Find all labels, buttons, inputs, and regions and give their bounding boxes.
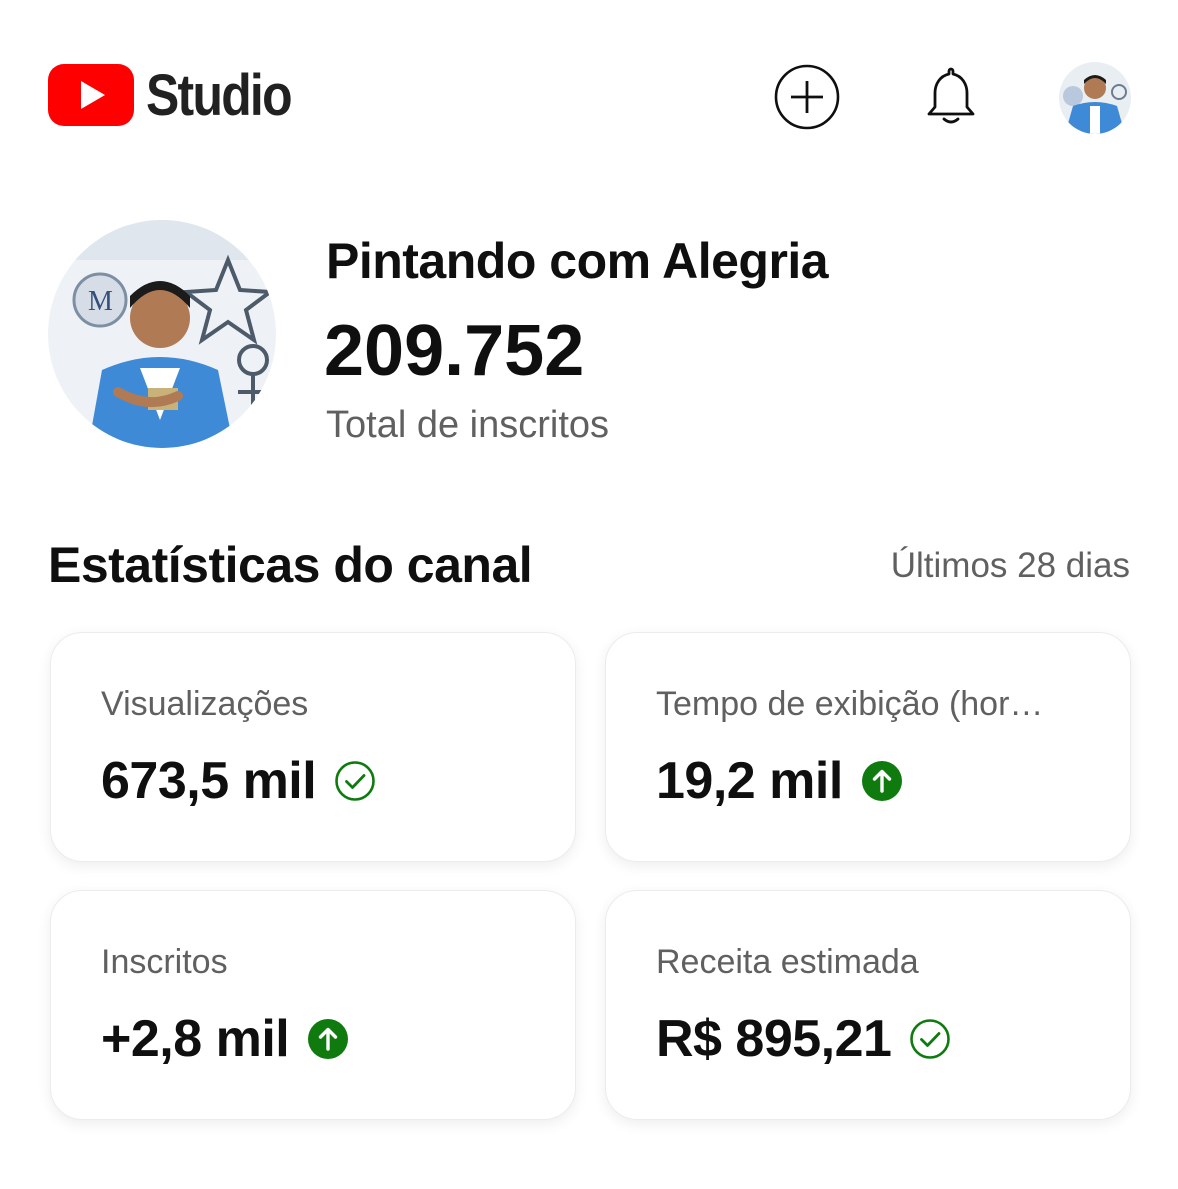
svg-text:M: M [88, 286, 113, 317]
stat-card-value-row: +2,8 mil [101, 1009, 349, 1069]
notifications-button[interactable] [918, 62, 984, 130]
stats-period[interactable]: Últimos 28 dias [891, 546, 1130, 586]
stat-card-value: 673,5 mil [101, 752, 317, 810]
stat-card-value: 19,2 mil [656, 752, 843, 810]
account-photo [1059, 62, 1131, 134]
create-button[interactable] [774, 64, 840, 130]
stat-card-watch-time[interactable]: Tempo de exibição (hor… 19,2 mil [605, 632, 1131, 862]
check-circle-icon [909, 1018, 951, 1060]
stats-title: Estatísticas do canal [48, 537, 533, 593]
stat-card-label: Tempo de exibição (hor… [656, 685, 1044, 723]
create-icon [774, 64, 840, 130]
channel-avatar[interactable]: M [48, 220, 276, 448]
check-circle-icon [334, 760, 376, 802]
arrow-up-circle-icon [861, 760, 903, 802]
stat-card-label: Receita estimada [656, 943, 919, 981]
youtube-play-icon [48, 64, 134, 126]
stat-card-value-row: 19,2 mil [656, 751, 903, 811]
app-header: Studio [0, 0, 1178, 190]
bell-icon [927, 67, 975, 124]
subscriber-label: Total de inscritos [326, 404, 610, 446]
channel-name: Pintando com Alegria [326, 233, 829, 289]
stat-card-label: Inscritos [101, 943, 228, 981]
studio-logo[interactable]: Studio [48, 62, 314, 128]
stat-card-views[interactable]: Visualizações 673,5 mil [50, 632, 576, 862]
studio-dashboard: Studio M Pintando com Alegria 209.752 To… [0, 0, 1178, 1189]
subscriber-count: 209.752 [324, 311, 585, 391]
stat-card-label: Visualizações [101, 685, 309, 723]
channel-photo: M [48, 220, 276, 448]
stat-card-value: R$ 895,21 [656, 1010, 892, 1068]
stat-card-value: +2,8 mil [101, 1010, 290, 1068]
stat-card-value-row: 673,5 mil [101, 751, 376, 811]
account-avatar[interactable] [1059, 62, 1131, 134]
arrow-up-circle-icon [307, 1018, 349, 1060]
stat-card-revenue[interactable]: Receita estimada R$ 895,21 [605, 890, 1131, 1120]
logo-text: Studio [146, 62, 293, 128]
stat-card-subscribers[interactable]: Inscritos +2,8 mil [50, 890, 576, 1120]
stat-card-value-row: R$ 895,21 [656, 1009, 951, 1069]
